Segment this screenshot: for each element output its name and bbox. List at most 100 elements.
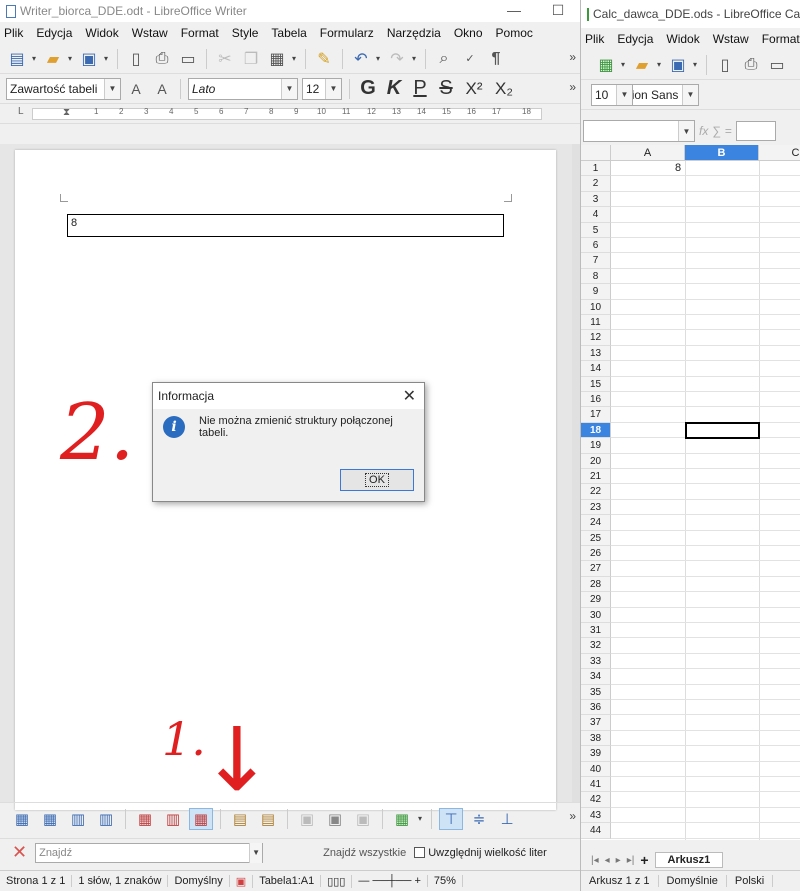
undo-dropdown-icon[interactable]: ▾ bbox=[376, 54, 382, 63]
split-cells-icon[interactable]: ▣ bbox=[323, 808, 347, 830]
menu-edycja[interactable]: Edycja bbox=[617, 32, 653, 46]
row-header-28[interactable]: 28 bbox=[581, 576, 611, 593]
match-case-checkbox[interactable] bbox=[414, 847, 426, 858]
open-folder-icon[interactable]: ▰ bbox=[631, 54, 653, 76]
document-vertical-scrollbar[interactable] bbox=[572, 144, 580, 802]
undo-icon[interactable]: ↶ bbox=[350, 48, 372, 70]
insert-rows-above-icon[interactable]: ▦ bbox=[10, 808, 34, 830]
paste-dropdown-icon[interactable]: ▾ bbox=[292, 54, 298, 63]
menu-format[interactable]: Format bbox=[762, 32, 800, 46]
status-page-style[interactable]: Domyślny bbox=[168, 875, 230, 887]
spellcheck-icon[interactable]: ✓ bbox=[459, 48, 481, 70]
row-header-8[interactable]: 8 bbox=[581, 268, 611, 285]
horizontal-ruler[interactable]: L ⧗ 1 2 3 4 5 6 7 8 9 10 11 12 13 14 15 … bbox=[0, 104, 580, 124]
column-header-b[interactable]: B bbox=[685, 145, 759, 161]
row-header-9[interactable]: 9 bbox=[581, 284, 611, 300]
row-header-26[interactable]: 26 bbox=[581, 546, 611, 562]
first-sheet-icon[interactable]: |◂ bbox=[591, 855, 599, 866]
toolbar-more-icon[interactable]: » bbox=[569, 50, 576, 64]
row-header-3[interactable]: 3 bbox=[581, 191, 611, 208]
row-header-23[interactable]: 23 bbox=[581, 499, 611, 516]
row-header-6[interactable]: 6 bbox=[581, 238, 611, 254]
save-dropdown-icon[interactable]: ▾ bbox=[104, 54, 110, 63]
row-header-44[interactable]: 44 bbox=[581, 823, 611, 839]
table-properties-icon[interactable]: ▤ bbox=[256, 808, 280, 830]
sheet-tab-arkusz1[interactable]: Arkusz1 bbox=[654, 852, 724, 868]
insert-columns-before-icon[interactable]: ▥ bbox=[66, 808, 90, 830]
next-sheet-icon[interactable]: ▸ bbox=[616, 855, 621, 866]
font-size-select[interactable]: 10 ▼ bbox=[591, 83, 633, 106]
row-header-25[interactable]: 25 bbox=[581, 530, 611, 546]
select-all-corner[interactable] bbox=[581, 145, 611, 161]
save-dropdown-icon[interactable]: ▾ bbox=[693, 60, 699, 69]
print-icon[interactable]: ⎙ bbox=[151, 48, 173, 70]
dde-linked-table-cell[interactable]: 8 bbox=[67, 214, 504, 237]
align-bottom-icon[interactable]: ⊥ bbox=[495, 808, 519, 830]
print-preview-icon[interactable]: ▭ bbox=[766, 54, 788, 76]
last-sheet-icon[interactable]: ▸| bbox=[627, 855, 635, 866]
paragraph-style-select[interactable]: Zawartość tabeli ▼ bbox=[6, 77, 121, 100]
status-page-style[interactable]: Domyślnie bbox=[659, 875, 727, 887]
row-header-33[interactable]: 33 bbox=[581, 653, 611, 670]
row-header-37[interactable]: 37 bbox=[581, 715, 611, 731]
active-cell-b18[interactable] bbox=[685, 422, 760, 439]
chevron-down-icon[interactable]: ▼ bbox=[678, 121, 694, 141]
dialog-close-button[interactable]: ✕ bbox=[403, 386, 416, 406]
zoom-slider[interactable]: — ──┼── + bbox=[352, 875, 428, 887]
chevron-down-icon[interactable]: ▼ bbox=[616, 84, 632, 105]
menu-wstaw[interactable]: Wstaw bbox=[132, 26, 168, 40]
find-replace-icon[interactable]: ⌕ bbox=[433, 48, 455, 70]
close-find-icon[interactable]: ✕ bbox=[12, 842, 27, 863]
menu-style[interactable]: Style bbox=[232, 26, 259, 40]
row-header-10[interactable]: 10 bbox=[581, 299, 611, 315]
menu-widok[interactable]: Widok bbox=[666, 32, 699, 46]
open-dropdown-icon[interactable]: ▾ bbox=[657, 60, 663, 69]
status-words[interactable]: 1 słów, 1 znaków bbox=[72, 875, 169, 887]
status-sheet[interactable]: Arkusz 1 z 1 bbox=[581, 875, 659, 887]
new-spreadsheet-icon[interactable]: ▦ bbox=[595, 54, 617, 76]
new-dropdown-icon[interactable]: ▾ bbox=[32, 54, 38, 63]
row-header-34[interactable]: 34 bbox=[581, 669, 611, 685]
status-zoom[interactable]: 75% bbox=[428, 875, 463, 887]
row-header-41[interactable]: 41 bbox=[581, 777, 611, 793]
name-box[interactable]: ▼ bbox=[583, 120, 695, 142]
tab-stop-icon[interactable]: L bbox=[18, 106, 24, 117]
status-language[interactable]: Polski bbox=[727, 875, 774, 887]
chevron-down-icon[interactable]: ▼ bbox=[325, 78, 341, 99]
redo-dropdown-icon[interactable]: ▾ bbox=[412, 54, 418, 63]
formula-icon[interactable]: = bbox=[725, 124, 732, 138]
new-dropdown-icon[interactable]: ▾ bbox=[621, 60, 627, 69]
find-input[interactable]: Znajdź ▼ bbox=[35, 842, 264, 863]
calc-titlebar[interactable]: Calc_dawca_DDE.ods - LibreOffice Calc bbox=[581, 0, 800, 28]
export-pdf-icon[interactable]: ▯ bbox=[714, 54, 736, 76]
maximize-button[interactable]: ☐ bbox=[536, 0, 580, 20]
formatting-marks-icon[interactable]: ¶ bbox=[485, 48, 507, 70]
open-dropdown-icon[interactable]: ▾ bbox=[68, 54, 74, 63]
row-header-16[interactable]: 16 bbox=[581, 392, 611, 408]
column-header-a[interactable]: A bbox=[611, 145, 685, 161]
row-header-42[interactable]: 42 bbox=[581, 792, 611, 808]
paste-icon[interactable]: ▦ bbox=[266, 48, 288, 70]
superscript-button[interactable]: X² bbox=[461, 78, 487, 100]
align-center-icon[interactable]: ≑ bbox=[467, 808, 491, 830]
strikethrough-button[interactable]: S bbox=[435, 77, 457, 100]
menu-tabela[interactable]: Tabela bbox=[271, 26, 306, 40]
chevron-down-icon[interactable]: ▼ bbox=[104, 78, 120, 99]
row-header-30[interactable]: 30 bbox=[581, 607, 611, 623]
row-header-31[interactable]: 31 bbox=[581, 623, 611, 639]
menu-wstaw[interactable]: Wstaw bbox=[713, 32, 749, 46]
update-style-icon[interactable]: A bbox=[125, 78, 147, 100]
row-header-29[interactable]: 29 bbox=[581, 592, 611, 608]
menu-okno[interactable]: Okno bbox=[454, 26, 483, 40]
redo-icon[interactable]: ↷ bbox=[386, 48, 408, 70]
row-header-15[interactable]: 15 bbox=[581, 376, 611, 392]
row-header-22[interactable]: 22 bbox=[581, 484, 611, 500]
minimize-button[interactable]: — bbox=[492, 0, 536, 20]
cell-a1[interactable]: 8 bbox=[675, 162, 681, 174]
row-header-32[interactable]: 32 bbox=[581, 638, 611, 654]
font-name-select[interactable]: Lato ▼ bbox=[188, 77, 298, 100]
function-wizard-icon[interactable]: fx bbox=[699, 124, 708, 138]
row-header-27[interactable]: 27 bbox=[581, 561, 611, 577]
insert-rows-below-icon[interactable]: ▦ bbox=[38, 808, 62, 830]
row-header-18[interactable]: 18 bbox=[581, 422, 611, 439]
